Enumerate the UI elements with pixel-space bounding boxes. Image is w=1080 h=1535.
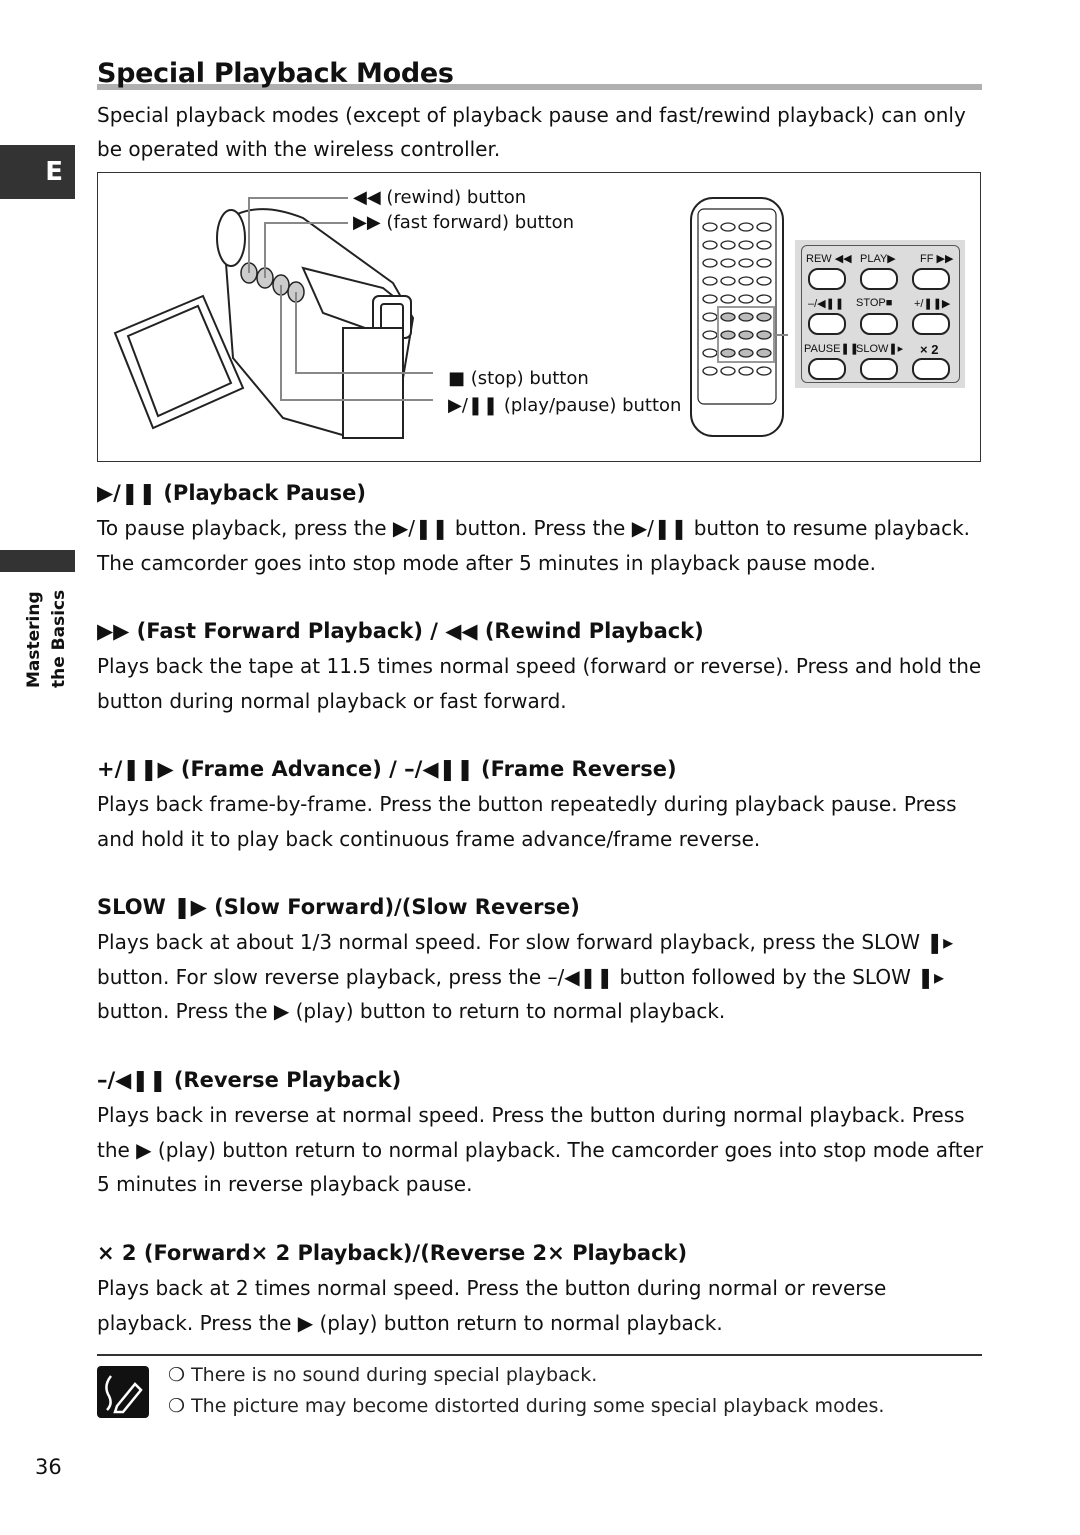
notes-list: ❍ There is no sound during special playb… <box>168 1360 884 1422</box>
section-body: To pause playback, press the ▶/❚❚ button… <box>97 516 971 575</box>
section-body: Plays back in reverse at normal speed. P… <box>97 1103 984 1196</box>
intro-text: Special playback modes (except of playba… <box>97 103 966 161</box>
stop-label: STOP■ <box>856 297 893 309</box>
ff-button <box>912 268 950 290</box>
callout-fast-forward: ▶▶ (fast forward) button <box>353 212 574 233</box>
x2-label: × 2 <box>920 342 939 357</box>
callout-text: (rewind) button <box>386 187 527 208</box>
section-heading: ▶▶ (Fast Forward Playback) / ◀◀ (Rewind … <box>97 616 987 646</box>
frame-reverse-button <box>808 313 846 335</box>
chapter-label-line1: Mastering <box>24 591 44 688</box>
rew-label: REW ◀◀ <box>806 253 852 265</box>
play-button <box>860 268 898 290</box>
frame-advance-icon: +/❚❚▶ <box>97 757 174 781</box>
rewind-icon: ◀◀ <box>353 187 381 208</box>
pause-label: PAUSE❚❚ <box>804 343 859 355</box>
chapter-label: Mastering the Basics <box>22 578 72 688</box>
section-body: Plays back the tape at 11.5 times normal… <box>97 654 982 713</box>
rew-button <box>808 268 846 290</box>
remote-button-detail: REW ◀◀ PLAY▶ FF ▶▶ –/◀❚❚ STOP■ +/❚❚▶ PAU… <box>795 240 965 388</box>
slow-button <box>860 358 898 380</box>
section-slow: SLOW ❚▶ (Slow Forward)/(Slow Reverse) Pl… <box>97 892 987 1029</box>
chapter-tab-bar <box>0 550 75 572</box>
section-playback-pause: ▶/❚❚ (Playback Pause) To pause playback,… <box>97 478 987 580</box>
frame-reverse-label: –/◀❚❚ <box>808 298 845 310</box>
fast-forward-icon: ▶▶ <box>353 212 381 233</box>
section-title: (Playback Pause) <box>163 481 366 505</box>
slow-icon: SLOW ❚▶ <box>97 895 207 919</box>
section-title: (Reverse Playback) <box>173 1068 402 1092</box>
section-heading: –/◀❚❚ (Reverse Playback) <box>97 1065 987 1095</box>
frame-advance-button <box>912 313 950 335</box>
x2-button <box>912 358 950 380</box>
callout-stop: ■ (stop) button <box>448 368 589 389</box>
page-number: 36 <box>35 1455 62 1479</box>
note-divider <box>97 1354 982 1356</box>
section-title: (Slow Forward)/(Slow Reverse) <box>214 895 580 919</box>
callout-text: (fast forward) button <box>386 212 575 233</box>
times-two-icon: × 2 <box>97 1241 137 1265</box>
remote-control-illustration <box>690 197 788 437</box>
chapter-label-line2: the Basics <box>49 589 69 688</box>
callout-play-pause: ▶/❚❚ (play/pause) button <box>448 395 681 416</box>
section-title: (Forward× 2 Playback)/(Reverse 2× Playba… <box>143 1241 688 1265</box>
note-item: ❍ There is no sound during special playb… <box>168 1364 598 1386</box>
play-pause-icon: ▶/❚❚ <box>448 395 499 416</box>
pencil-icon <box>105 1375 143 1414</box>
title-block: Special Playback Modes <box>97 58 982 94</box>
play-label: PLAY▶ <box>860 253 896 265</box>
section-body: Plays back frame-by-frame. Press the but… <box>97 792 957 851</box>
page-title: Special Playback Modes <box>97 58 454 89</box>
remote-button-panel: REW ◀◀ PLAY▶ FF ▶▶ –/◀❚❚ STOP■ +/❚❚▶ PAU… <box>801 245 960 383</box>
note-pencil-icon <box>97 1366 149 1418</box>
language-letter: E <box>45 157 63 187</box>
reverse-icon: –/◀❚❚ <box>97 1068 167 1092</box>
figure-camcorder-remote: ◀◀ (rewind) button ▶▶ (fast forward) but… <box>97 172 981 462</box>
stop-button <box>860 313 898 335</box>
section-heading: SLOW ❚▶ (Slow Forward)/(Slow Reverse) <box>97 892 987 922</box>
section-fast-forward-rewind: ▶▶ (Fast Forward Playback) / ◀◀ (Rewind … <box>97 616 987 718</box>
ff-label: FF ▶▶ <box>920 253 954 265</box>
section-heading: +/❚❚▶ (Frame Advance) / –/◀❚❚ (Frame Rev… <box>97 754 987 784</box>
section-title: (Fast Forward Playback) / ◀◀ (Rewind Pla… <box>136 619 704 643</box>
section-reverse-playback: –/◀❚❚ (Reverse Playback) Plays back in r… <box>97 1065 987 1202</box>
section-title: (Frame Advance) / –/◀❚❚ (Frame Reverse) <box>180 757 677 781</box>
callout-rewind: ◀◀ (rewind) button <box>353 187 526 208</box>
frame-advance-label: +/❚❚▶ <box>914 298 951 310</box>
callout-text: (stop) button <box>470 368 589 389</box>
section-heading: ▶/❚❚ (Playback Pause) <box>97 478 987 508</box>
section-x2-playback: × 2 (Forward× 2 Playback)/(Reverse 2× Pl… <box>97 1238 987 1340</box>
section-body: Plays back at about 1/3 normal speed. Fo… <box>97 930 954 1023</box>
section-frame-advance-reverse: +/❚❚▶ (Frame Advance) / –/◀❚❚ (Frame Rev… <box>97 754 987 856</box>
note-item: ❍ The picture may become distorted durin… <box>168 1395 885 1417</box>
play-pause-icon: ▶/❚❚ <box>97 481 157 505</box>
pause-button <box>808 358 846 380</box>
stop-icon: ■ <box>448 368 466 389</box>
language-tab: E <box>0 145 75 199</box>
callout-text: (play/pause) button <box>503 395 682 416</box>
fast-forward-icon: ▶▶ <box>97 619 130 643</box>
section-heading: × 2 (Forward× 2 Playback)/(Reverse 2× Pl… <box>97 1238 987 1268</box>
section-body: Plays back at 2 times normal speed. Pres… <box>97 1276 887 1335</box>
slow-label: SLOW❚▸ <box>856 343 904 355</box>
